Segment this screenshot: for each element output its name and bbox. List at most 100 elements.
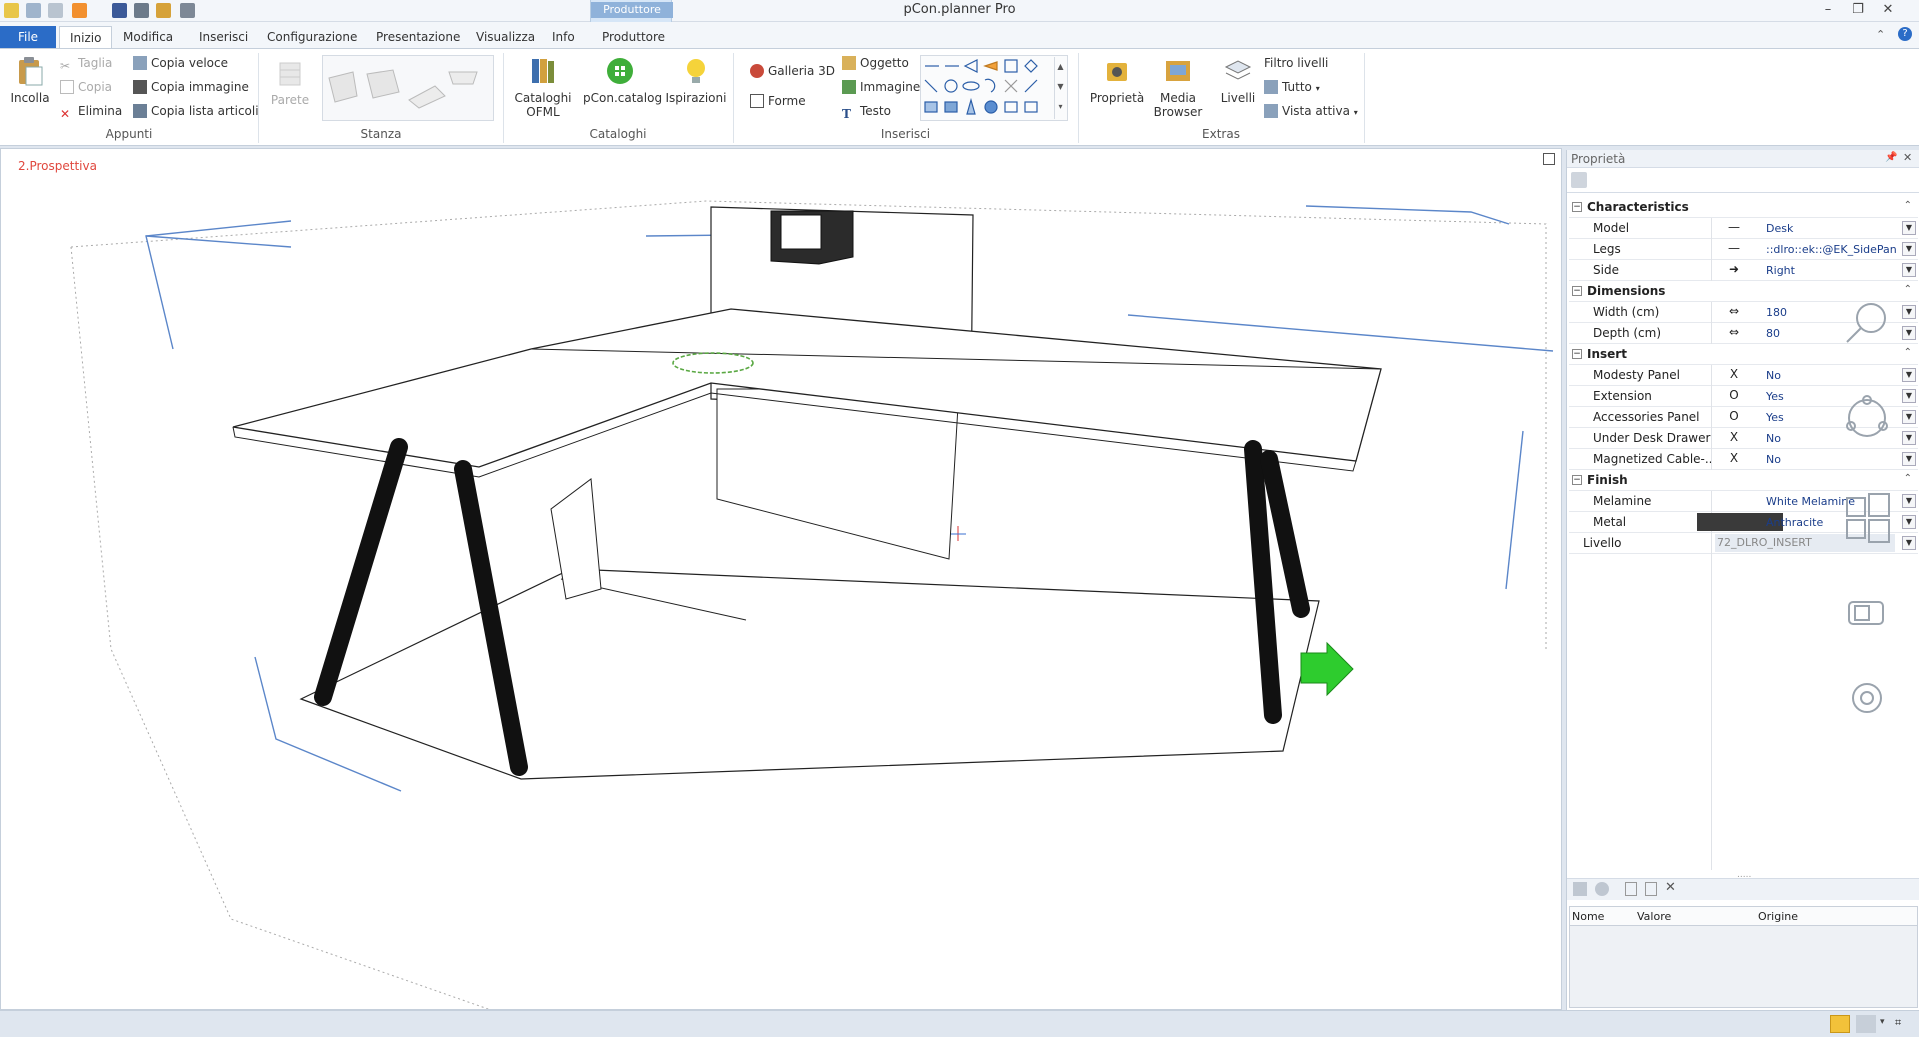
chevron-up-icon[interactable]: ⌃ bbox=[1904, 284, 1912, 295]
collapse-toggle-icon[interactable]: − bbox=[1572, 475, 1582, 485]
object-button[interactable]: Oggetto bbox=[842, 53, 909, 73]
copy-row-icon[interactable] bbox=[1645, 882, 1657, 896]
wall-button[interactable]: Parete bbox=[268, 57, 312, 107]
property-name: Depth (cm) bbox=[1593, 326, 1662, 340]
column-divider bbox=[1711, 218, 1712, 239]
tab-inserisci[interactable]: Inserisci bbox=[189, 26, 258, 48]
gallery-3d-icon bbox=[750, 64, 764, 78]
tab-presentazione[interactable]: Presentazione bbox=[366, 26, 470, 48]
dropdown-arrow-icon[interactable]: ▼ bbox=[1902, 515, 1916, 529]
quick-copy-button[interactable]: Copia veloce bbox=[133, 53, 228, 73]
help-icon[interactable]: ? bbox=[1898, 27, 1912, 41]
copy-image-button[interactable]: Copia immagine bbox=[133, 77, 249, 97]
column-nome[interactable]: Nome bbox=[1572, 910, 1604, 923]
chevron-up-icon[interactable]: ⌃ bbox=[1904, 347, 1912, 358]
dropdown-arrow-icon[interactable]: ▼ bbox=[1902, 368, 1916, 382]
remove-icon[interactable]: ✕ bbox=[1665, 880, 1676, 895]
property-value[interactable]: Right bbox=[1766, 264, 1896, 277]
property-row[interactable]: Side ➜ Right ▼ bbox=[1569, 260, 1918, 281]
render-mode-icon[interactable] bbox=[1856, 1015, 1876, 1033]
settings-tool-icon[interactable] bbox=[1571, 172, 1587, 188]
layer-filter-button[interactable]: Filtro livelli bbox=[1264, 53, 1328, 73]
all-dropdown[interactable]: Tutto ▾ bbox=[1264, 77, 1320, 97]
dropdown-arrow-icon[interactable]: ▼ bbox=[1902, 305, 1916, 319]
orbit-icon[interactable] bbox=[1848, 399, 1886, 437]
chevron-up-icon[interactable]: ⌃ bbox=[1904, 473, 1912, 484]
view-toggle-icon[interactable]: ⌗ bbox=[1895, 1016, 1911, 1032]
list-icon bbox=[133, 104, 147, 118]
property-symbol-icon: — bbox=[1728, 220, 1740, 234]
property-name: Side bbox=[1593, 263, 1619, 277]
close-panel-icon[interactable]: ✕ bbox=[1903, 151, 1912, 164]
dropdown-arrow-icon[interactable]: ▼ bbox=[1902, 389, 1916, 403]
stretch-arrow[interactable] bbox=[1300, 641, 1354, 697]
pcon-catalog-button[interactable]: pCon.catalog bbox=[583, 55, 662, 105]
collapse-toggle-icon[interactable]: − bbox=[1572, 202, 1582, 212]
drawing-tools-gallery[interactable] bbox=[920, 55, 1068, 121]
tool-icon[interactable] bbox=[1573, 882, 1587, 896]
active-view-dropdown[interactable]: Vista attiva ▾ bbox=[1264, 101, 1358, 121]
tab-visualizza[interactable]: Visualizza bbox=[466, 26, 545, 48]
chevron-up-icon[interactable]: ⌃ bbox=[1904, 200, 1912, 211]
category-dimensions[interactable]: − Dimensions ⌃ bbox=[1569, 281, 1918, 302]
gear-icon[interactable] bbox=[1852, 683, 1882, 713]
link-icon[interactable] bbox=[1595, 882, 1609, 896]
tab-configurazione[interactable]: Configurazione bbox=[257, 26, 367, 48]
tab-produttore[interactable]: Produttore bbox=[592, 26, 675, 48]
chevron-down-icon[interactable]: ▾ bbox=[1880, 1017, 1885, 1027]
tab-inizio[interactable]: Inizio bbox=[59, 26, 113, 48]
column-origine[interactable]: Origine bbox=[1758, 910, 1798, 923]
property-row[interactable]: Model — Desk ▼ bbox=[1569, 218, 1918, 239]
cut-button[interactable]: ✂ Taglia bbox=[60, 53, 112, 73]
ofml-catalogs-button[interactable]: Cataloghi OFML bbox=[510, 55, 576, 119]
category-characteristics[interactable]: − Characteristics ⌃ bbox=[1569, 197, 1918, 218]
dropdown-arrow-icon[interactable]: ▼ bbox=[1902, 431, 1916, 445]
property-value[interactable]: Desk bbox=[1766, 222, 1896, 235]
gallery-3d-button[interactable]: Galleria 3D bbox=[750, 61, 835, 81]
property-name: Extension bbox=[1593, 389, 1652, 403]
dropdown-arrow-icon[interactable]: ▼ bbox=[1902, 494, 1916, 508]
ribbon-collapse-icon[interactable]: ⌃ bbox=[1876, 28, 1885, 41]
property-row[interactable]: Legs —::dlro::ek::@EK_SidePan... ▼ bbox=[1569, 239, 1918, 260]
column-valore[interactable]: Valore bbox=[1637, 910, 1671, 923]
collapse-toggle-icon[interactable]: − bbox=[1572, 286, 1582, 296]
dropdown-arrow-icon[interactable]: ▼ bbox=[1902, 536, 1916, 550]
close-icon[interactable]: ✕ bbox=[1875, 1, 1901, 19]
copy-articles-button[interactable]: Copia lista articoli bbox=[133, 101, 259, 121]
paste-button[interactable]: Incolla bbox=[8, 55, 52, 105]
image-button[interactable]: Immagine bbox=[842, 77, 920, 97]
copy-button[interactable]: Copia bbox=[60, 77, 112, 97]
column-divider bbox=[1711, 428, 1712, 449]
media-browser-button[interactable]: Media Browser bbox=[1150, 55, 1206, 119]
dropdown-arrow-icon[interactable]: ▼ bbox=[1902, 242, 1916, 256]
new-icon[interactable] bbox=[1625, 882, 1637, 896]
restore-icon[interactable]: ❐ bbox=[1845, 1, 1871, 19]
dropdown-arrow-icon[interactable]: ▼ bbox=[1902, 452, 1916, 466]
shapes-button[interactable]: Forme bbox=[750, 91, 806, 111]
dropdown-arrow-icon[interactable]: ▼ bbox=[1902, 410, 1916, 424]
text-button[interactable]: T Testo bbox=[842, 101, 891, 121]
room-shapes-icon bbox=[328, 69, 478, 109]
minimize-icon[interactable]: – bbox=[1815, 1, 1841, 19]
layers-button[interactable]: Livelli bbox=[1214, 55, 1262, 105]
property-value[interactable]: ::dlro::ek::@EK_SidePan... bbox=[1766, 243, 1896, 256]
tab-modifica[interactable]: Modifica bbox=[113, 26, 183, 48]
tab-file[interactable]: File bbox=[0, 26, 56, 48]
tab-info[interactable]: Info bbox=[542, 26, 585, 48]
room-gallery[interactable] bbox=[322, 55, 494, 121]
toolbar-divider bbox=[1567, 192, 1919, 193]
zoom-icon[interactable] bbox=[1856, 303, 1886, 333]
snap-icon[interactable] bbox=[1830, 1015, 1850, 1033]
collapse-toggle-icon[interactable]: − bbox=[1572, 349, 1582, 359]
delete-button[interactable]: ✕ Elimina bbox=[60, 101, 122, 121]
3d-viewport[interactable]: 2.Prospettiva bbox=[0, 148, 1562, 1010]
windows-icon[interactable] bbox=[1846, 493, 1890, 543]
gallery-scroll[interactable]: ▲ ▼ ▾ bbox=[1054, 57, 1066, 119]
dropdown-arrow-icon[interactable]: ▼ bbox=[1902, 221, 1916, 235]
dropdown-arrow-icon[interactable]: ▼ bbox=[1902, 326, 1916, 340]
dropdown-arrow-icon[interactable]: ▼ bbox=[1902, 263, 1916, 277]
properties-button[interactable]: Proprietà bbox=[1088, 55, 1146, 105]
ideas-button[interactable]: Ispirazioni bbox=[664, 55, 728, 105]
property-symbol-icon: ⇔ bbox=[1728, 304, 1740, 318]
pin-icon[interactable]: 📌 bbox=[1885, 152, 1897, 163]
